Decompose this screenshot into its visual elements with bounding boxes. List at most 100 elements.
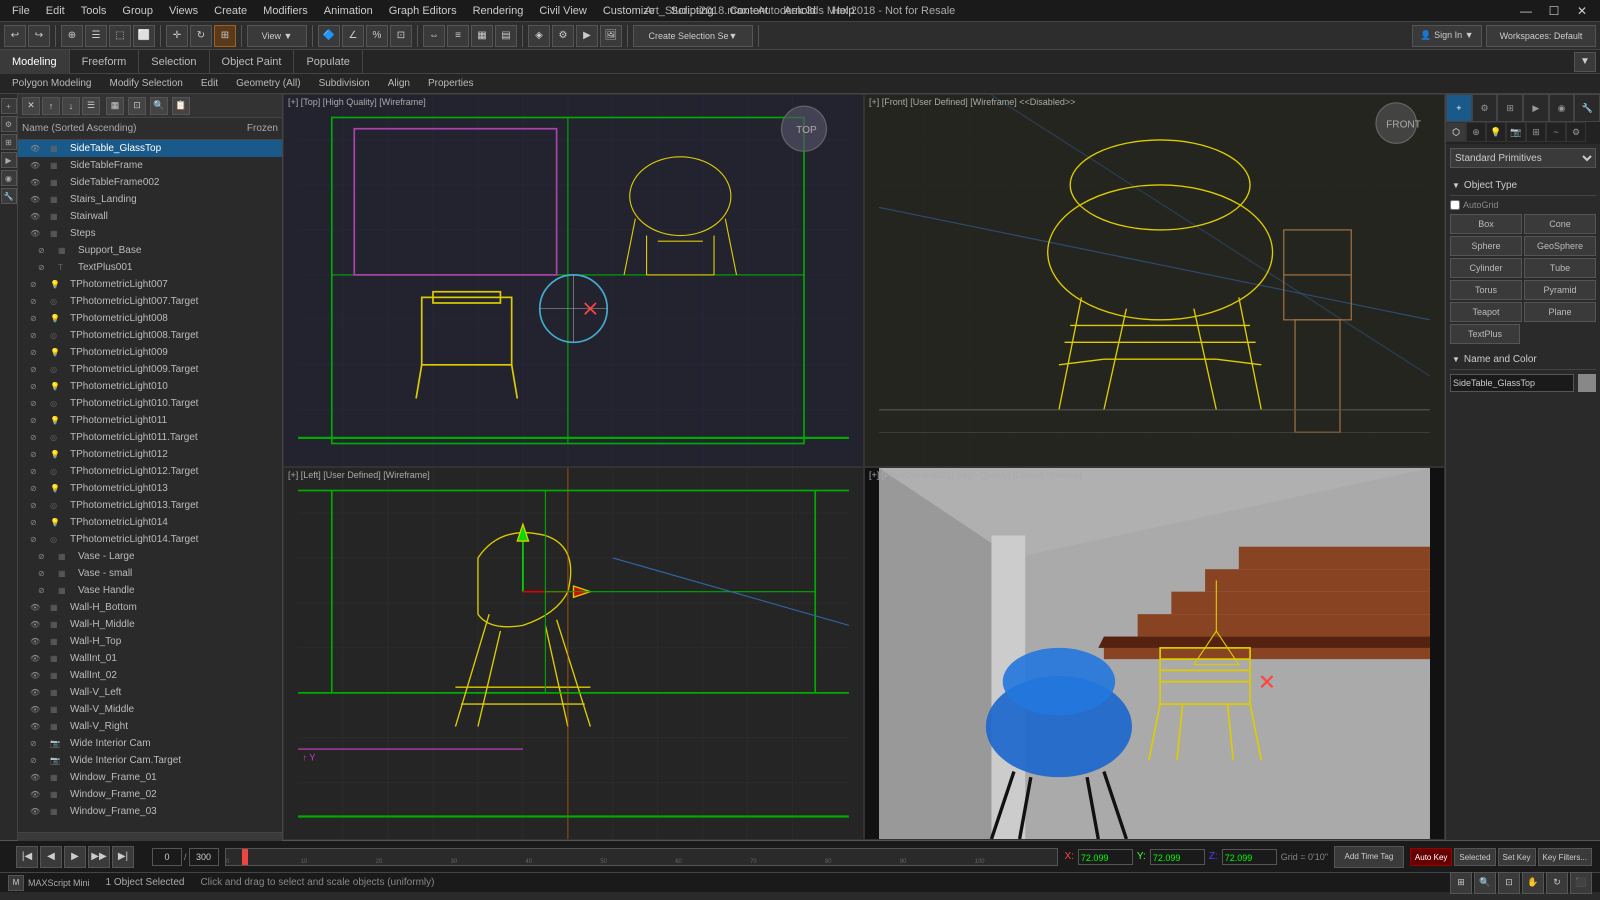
menu-item-edit[interactable]: Edit	[38, 0, 73, 22]
menu-item-scripting[interactable]: Scripting	[663, 0, 722, 22]
menu-item-arnold[interactable]: Arnold	[776, 0, 824, 22]
scene-item[interactable]: 👁▦WallInt_01	[18, 650, 282, 667]
menu-item-content[interactable]: Content	[722, 0, 777, 22]
visibility-icon[interactable]: ⊘	[30, 756, 40, 765]
go-end-button[interactable]: ▶|	[112, 846, 134, 868]
scene-down-btn[interactable]: ↓	[62, 97, 80, 115]
visibility-icon[interactable]: ⊘	[30, 535, 40, 544]
obj-type-sphere[interactable]: Sphere	[1450, 236, 1522, 256]
scene-item[interactable]: ⊘💡TPhotometricLight009	[18, 344, 282, 361]
scene-item[interactable]: ⊘◎TPhotometricLight014.Target	[18, 531, 282, 548]
obj-type-textplus[interactable]: TextPlus	[1450, 324, 1520, 344]
right-sub-shapes[interactable]: ⊕	[1466, 122, 1486, 142]
render-frame[interactable]: 🖼	[600, 25, 622, 47]
zoom-all-button[interactable]: ⊡	[1498, 872, 1520, 894]
maxscript-btn[interactable]: M	[8, 875, 24, 891]
menu-item-help[interactable]: Help	[824, 0, 863, 22]
scene-item[interactable]: ⊘📷Wide Interior Cam.Target	[18, 752, 282, 769]
menu-item-modifiers[interactable]: Modifiers	[255, 0, 316, 22]
sub-tab-subdivision[interactable]: Subdivision	[311, 75, 378, 93]
sub-tab-modify-selection[interactable]: Modify Selection	[102, 75, 191, 93]
scene-item[interactable]: 👁▦Stairwall	[18, 208, 282, 225]
visibility-icon[interactable]: 👁	[30, 195, 40, 204]
hierarchy-icon[interactable]: ⊞	[1, 134, 17, 150]
scene-add-layer-btn[interactable]: 📋	[172, 97, 190, 115]
visibility-icon[interactable]: ⊘	[30, 739, 40, 748]
layer-manager[interactable]: ▦	[471, 25, 493, 47]
visibility-icon[interactable]: ⊘	[30, 314, 40, 323]
obj-type-tube[interactable]: Tube	[1524, 258, 1596, 278]
obj-type-cylinder[interactable]: Cylinder	[1450, 258, 1522, 278]
close-button[interactable]: ✕	[1568, 0, 1596, 22]
right-tab-hierarchy[interactable]: ⊞	[1497, 94, 1523, 122]
window-crossing-button[interactable]: ⬜	[133, 25, 155, 47]
scene-item[interactable]: 👁▦Stairs_Landing	[18, 191, 282, 208]
visibility-icon[interactable]: ⊘	[30, 501, 40, 510]
auto-key-button[interactable]: Auto Key	[1410, 848, 1452, 866]
material-editor[interactable]: ◈	[528, 25, 550, 47]
right-sub-lights[interactable]: 💡	[1486, 122, 1506, 142]
scene-item[interactable]: ⊘◎TPhotometricLight011.Target	[18, 429, 282, 446]
scene-filter-btn[interactable]: ⊡	[128, 97, 146, 115]
visibility-icon[interactable]: ⊘	[38, 552, 48, 561]
create-icon[interactable]: +	[1, 98, 17, 114]
scene-item[interactable]: ⊘TTextPlus001	[18, 259, 282, 276]
sub-tab-edit[interactable]: Edit	[193, 75, 226, 93]
scene-item[interactable]: ⊘💡TPhotometricLight011	[18, 412, 282, 429]
scene-item[interactable]: ⊘💡TPhotometricLight007	[18, 276, 282, 293]
scene-item[interactable]: ⊘💡TPhotometricLight013	[18, 480, 282, 497]
right-tab-modify[interactable]: ⚙	[1472, 94, 1498, 122]
tab-object-paint[interactable]: Object Paint	[210, 50, 295, 74]
scene-item[interactable]: ⊘💡TPhotometricLight008	[18, 310, 282, 327]
scene-up-btn[interactable]: ↑	[42, 97, 60, 115]
menu-item-file[interactable]: File	[4, 0, 38, 22]
visibility-icon[interactable]: ⊘	[30, 484, 40, 493]
visibility-icon[interactable]: ⊘	[30, 348, 40, 357]
snap-toggle[interactable]: 🔷	[318, 25, 340, 47]
visibility-icon[interactable]: ⊘	[38, 246, 48, 255]
set-key-button[interactable]: Set Key	[1498, 848, 1536, 866]
visibility-icon[interactable]: 👁	[30, 654, 40, 663]
select-rotate-button[interactable]: ↻	[190, 25, 212, 47]
visibility-icon[interactable]: ⊘	[30, 416, 40, 425]
motion-icon[interactable]: ▶	[1, 152, 17, 168]
select-move-button[interactable]: ✛	[166, 25, 188, 47]
scene-item[interactable]: ⊘💡TPhotometricLight012	[18, 446, 282, 463]
scene-item[interactable]: ⊘◎TPhotometricLight008.Target	[18, 327, 282, 344]
visibility-icon[interactable]: ⊘	[30, 331, 40, 340]
scene-item[interactable]: 👁▦Wall-H_Bottom	[18, 599, 282, 616]
scene-item[interactable]: 👁▦Window_Frame_01	[18, 769, 282, 786]
menu-item-views[interactable]: Views	[161, 0, 206, 22]
scene-item[interactable]: ⊘💡TPhotometricLight010	[18, 378, 282, 395]
visibility-icon[interactable]: 👁	[30, 705, 40, 714]
utilities-icon[interactable]: 🔧	[1, 188, 17, 204]
scene-view-objects[interactable]: ▦	[106, 97, 124, 115]
create-selection-set[interactable]: Create Selection Se▼	[633, 25, 753, 47]
right-tab-motion[interactable]: ▶	[1523, 94, 1549, 122]
autogrid-checkbox[interactable]	[1450, 200, 1460, 210]
obj-type-plane[interactable]: Plane	[1524, 302, 1596, 322]
scene-item[interactable]: ⊘▦Support_Base	[18, 242, 282, 259]
select-scale-button[interactable]: ⊞	[214, 25, 236, 47]
visibility-icon[interactable]: ⊘	[30, 280, 40, 289]
menu-item-tools[interactable]: Tools	[73, 0, 115, 22]
align-button[interactable]: ≡	[447, 25, 469, 47]
sub-tab-polygon-modeling[interactable]: Polygon Modeling	[4, 75, 100, 93]
visibility-icon[interactable]: 👁	[30, 144, 40, 153]
visibility-icon[interactable]: 👁	[30, 773, 40, 782]
sub-tab-geometry[interactable]: Geometry (All)	[228, 75, 308, 93]
minimize-button[interactable]: —	[1512, 0, 1540, 22]
ribbon-toggle[interactable]: ▤	[495, 25, 517, 47]
prev-frame-button[interactable]: ◀	[40, 846, 62, 868]
tab-selection[interactable]: Selection	[139, 50, 209, 74]
play-button[interactable]: ▶	[64, 846, 86, 868]
right-sub-geometry[interactable]: ⬡	[1446, 122, 1466, 142]
viewport-top[interactable]: [+] [Top] [High Quality] [Wireframe]	[283, 94, 864, 467]
scene-item[interactable]: ⊘◎TPhotometricLight013.Target	[18, 497, 282, 514]
right-tab-create[interactable]: +	[1446, 94, 1472, 122]
obj-type-box[interactable]: Box	[1450, 214, 1522, 234]
right-sub-systems[interactable]: ⚙	[1566, 122, 1586, 142]
color-swatch[interactable]	[1578, 374, 1596, 392]
right-sub-cameras[interactable]: 📷	[1506, 122, 1526, 142]
percent-snap[interactable]: %	[366, 25, 388, 47]
